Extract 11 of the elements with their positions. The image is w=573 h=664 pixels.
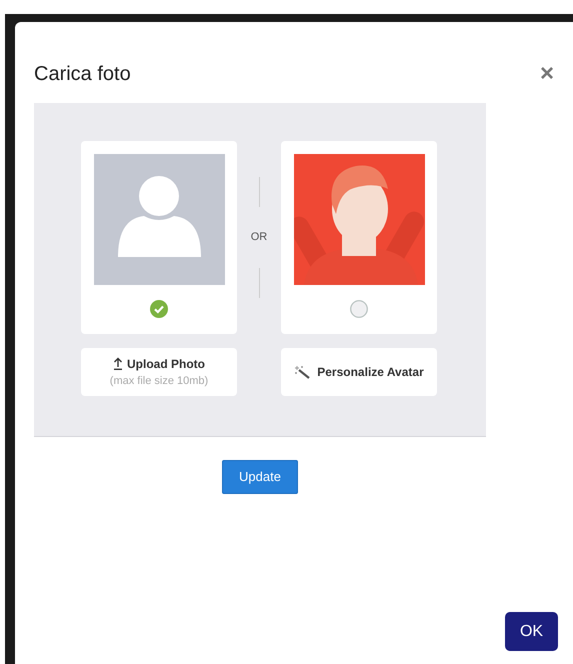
personalize-avatar-button[interactable]: Personalize Avatar	[281, 348, 437, 396]
close-button[interactable]: ×	[536, 62, 558, 86]
radio-button[interactable]	[350, 300, 368, 318]
option-card[interactable]	[281, 141, 437, 334]
upload-icon	[113, 357, 123, 370]
update-button[interactable]: Update	[222, 460, 298, 494]
selected-check-icon[interactable]	[150, 300, 168, 318]
separator-text: OR	[250, 230, 268, 246]
upload-photo-button[interactable]: Upload Photo (max file size 10mb)	[81, 348, 237, 396]
dialog-title: Carica foto	[34, 62, 131, 86]
ok-button[interactable]: OK	[505, 612, 558, 651]
